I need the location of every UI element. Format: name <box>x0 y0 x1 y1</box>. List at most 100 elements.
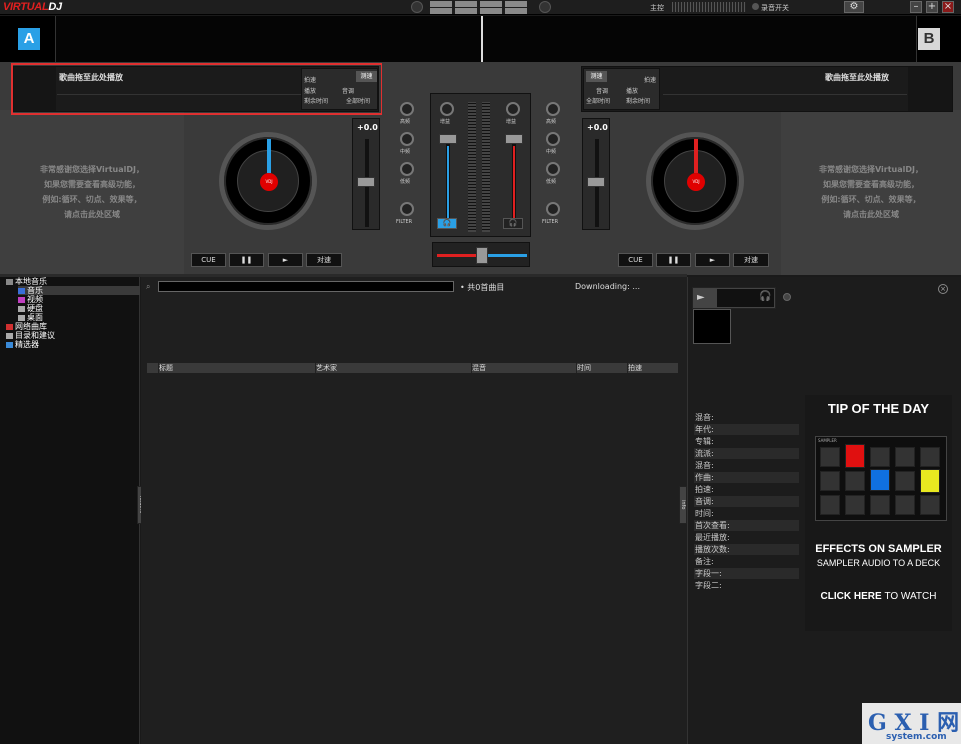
column-bpm[interactable]: 拍速 <box>627 363 678 373</box>
deck-a-cue-button[interactable]: CUE <box>191 253 226 267</box>
deck-a-gain-knob[interactable] <box>440 102 454 116</box>
list-icon <box>6 332 13 339</box>
deck-b-sync-button[interactable]: 对速 <box>733 253 769 267</box>
deck-a-filter-knob[interactable] <box>400 202 414 216</box>
deck-b-headphone-icon[interactable]: 🎧 <box>503 218 523 229</box>
master-volume-knob[interactable] <box>411 1 423 13</box>
sampler-pad <box>820 471 840 491</box>
deck-b-track-box[interactable]: 测速 拍速 音调 播放 全部时间 剩余时间 歌曲拖至此处播放 <box>581 66 953 112</box>
deck-b-gain-knob[interactable] <box>506 102 520 116</box>
tip-subtitle: SAMPLER AUDIO TO A DECK <box>816 558 941 568</box>
cue-mix-knob[interactable] <box>539 1 551 13</box>
mixer: 高频 中频 低频 FILTER 高频 中频 低频 FILTER 增益 增益 🎧 … <box>382 62 579 275</box>
info-field: 最近播放: <box>695 533 730 542</box>
info-field: 流派: <box>694 448 799 459</box>
deck-b-volume-thumb[interactable] <box>505 134 523 144</box>
deck-a-mid-knob[interactable] <box>400 132 414 146</box>
layout-button-1[interactable] <box>430 1 452 7</box>
deck-a-hint-area[interactable]: 非常感谢您选择VirtualDJ， 如果您需要查看高级功能， 例如:循环、切点、… <box>0 110 184 275</box>
cover-art <box>693 309 731 344</box>
deck-b-low-knob[interactable] <box>546 162 560 176</box>
deck-a-sync-button[interactable]: 对速 <box>306 253 342 267</box>
deck-a-high-knob[interactable] <box>400 102 414 116</box>
deck-b-hint-area[interactable]: 非常感谢您选择VirtualDJ， 如果您需要查看高级功能， 例如:循环、切点、… <box>781 110 961 275</box>
deck-a-pause-button[interactable]: ❚❚ <box>229 253 264 267</box>
waveform-track[interactable] <box>55 16 917 62</box>
deck-a-volume-thumb[interactable] <box>439 134 457 144</box>
settings-button[interactable]: ⚙ <box>844 1 864 13</box>
headphone-icon[interactable]: 🎧 <box>759 291 771 302</box>
layout-button-7[interactable] <box>480 8 502 14</box>
deck-b-position-needle <box>694 139 698 173</box>
deck-b-jogwheel[interactable]: VDJ <box>646 132 744 230</box>
sampler-pad <box>870 495 890 515</box>
deck-a-pitch-thumb[interactable] <box>357 177 375 187</box>
layout-button-2[interactable] <box>455 1 477 7</box>
column-title[interactable]: 标题 <box>158 363 315 373</box>
tree-item-music[interactable]: 音乐 <box>18 286 140 295</box>
tree-item-video[interactable]: 视频 <box>18 295 140 304</box>
tree-item-filters[interactable]: 精选器 <box>6 340 140 349</box>
tree-item-local-music[interactable]: 本地音乐 <box>6 277 140 286</box>
track-count: • 共0首曲目 <box>460 283 505 292</box>
preview-volume-icon[interactable] <box>783 293 791 301</box>
column-label: 标题 <box>159 364 173 372</box>
tree-item-lists[interactable]: 目录和建议 <box>6 331 140 340</box>
deck-b-pause-button[interactable]: ❚❚ <box>656 253 691 267</box>
deck-a-play-button[interactable]: ► <box>268 253 303 267</box>
logo-text-dj: DJ <box>48 1 62 13</box>
deck-a-badge[interactable]: A <box>18 28 40 50</box>
knob-label: 高频 <box>400 119 411 125</box>
deck-b-mid-knob[interactable] <box>546 132 560 146</box>
desktop-icon <box>18 314 25 321</box>
tree-label: 硬盘 <box>27 304 43 313</box>
crossfader-thumb[interactable] <box>476 247 488 264</box>
deck-a-pitch-value: +0.0 <box>357 123 378 132</box>
layout-button-8[interactable] <box>505 8 527 14</box>
sampler-pad <box>845 444 865 468</box>
layout-button-3[interactable] <box>480 1 502 7</box>
column-label: 时间 <box>577 364 591 372</box>
deck-b-bpm-tap-button[interactable]: 测速 <box>586 71 607 82</box>
preview-play-icon[interactable]: ► <box>697 292 705 303</box>
deck-b-play-button[interactable]: ► <box>695 253 730 267</box>
filter-icon <box>6 341 13 348</box>
play-label: 播放 <box>626 88 639 95</box>
crossfader[interactable] <box>432 242 530 267</box>
close-icon[interactable]: × <box>938 284 948 294</box>
tree-item-harddisk[interactable]: 硬盘 <box>18 304 140 313</box>
tree-item-desktop[interactable]: 桌面 <box>18 313 140 322</box>
layout-button-4[interactable] <box>505 1 527 7</box>
minimize-button[interactable]: – <box>910 1 922 13</box>
watermark-site: system.com <box>886 732 947 742</box>
deck-a-headphone-icon[interactable]: 🎧 <box>437 218 457 229</box>
deck-b-pitch-thumb[interactable] <box>587 177 605 187</box>
record-indicator-icon[interactable] <box>752 3 759 10</box>
close-button[interactable]: × <box>942 1 954 13</box>
knob-label: FILTER <box>396 219 413 225</box>
deck-b-filter-knob[interactable] <box>546 202 560 216</box>
deck-b-cover <box>908 67 952 111</box>
column-time[interactable]: 时间 <box>576 363 627 373</box>
tip-cta[interactable]: CLICK HERE TO WATCH <box>805 591 952 602</box>
column-artist[interactable]: 艺术家 <box>315 363 471 373</box>
deck-a-jogwheel[interactable]: VDJ <box>219 132 317 230</box>
deck-a-hint: 非常感谢您选择VirtualDJ， 如果您需要查看高级功能， 例如:循环、切点、… <box>0 162 184 222</box>
knob-label: 低频 <box>400 179 411 185</box>
deck-b-volume-fill <box>513 146 515 224</box>
layout-button-5[interactable] <box>430 8 452 14</box>
deck-b-high-knob[interactable] <box>546 102 560 116</box>
deck-b-badge[interactable]: B <box>918 28 940 50</box>
deck-b-cue-button[interactable]: CUE <box>618 253 653 267</box>
record-label: 录音开关 <box>761 4 789 12</box>
tree-item-online[interactable]: 网络曲库 <box>6 322 140 331</box>
knob-label: FILTER <box>542 219 559 225</box>
info-tab[interactable]: info <box>679 486 687 524</box>
deck-b-info-box: 测速 拍速 音调 播放 全部时间 剩余时间 <box>583 68 660 110</box>
layout-button-6[interactable] <box>455 8 477 14</box>
maximize-button[interactable]: + <box>926 1 938 13</box>
tree-label: 视频 <box>27 295 43 304</box>
search-input[interactable] <box>158 281 454 292</box>
column-remix[interactable]: 混音 <box>471 363 576 373</box>
deck-a-low-knob[interactable] <box>400 162 414 176</box>
